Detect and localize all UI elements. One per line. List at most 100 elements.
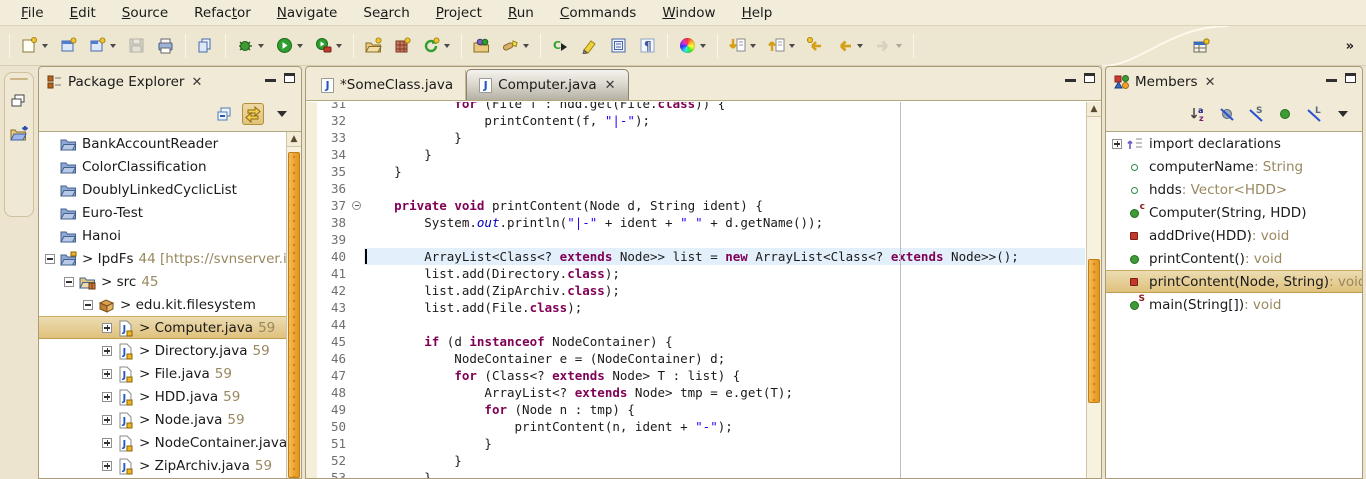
code-text[interactable]: for (Node n : tmp) { — [364, 401, 1085, 418]
view-menu-button[interactable] — [271, 103, 293, 125]
save-all-documents-button[interactable] — [193, 34, 218, 57]
code-text[interactable]: printContent(f, "|-"); — [364, 112, 1085, 129]
fold-margin[interactable] — [350, 333, 364, 350]
open-perspective-button[interactable] — [1189, 35, 1214, 58]
code-line-33[interactable]: 33 } — [306, 129, 1085, 146]
minimize-button[interactable] — [265, 73, 276, 82]
code-text[interactable]: System.out.println("|-" + ident + " " + … — [364, 214, 1085, 231]
fold-margin[interactable] — [350, 316, 364, 333]
maximize-button[interactable] — [1345, 73, 1356, 83]
dropdown-arrow-icon[interactable] — [750, 44, 756, 48]
fold-margin[interactable] — [350, 299, 364, 316]
editor-scrollbar[interactable]: ▲ — [1086, 102, 1101, 478]
tree-item-doublylinkedcycliclist[interactable]: DoublyLinkedCyclicList — [39, 178, 301, 201]
refresh-run-button[interactable]: C — [548, 34, 573, 57]
line-number[interactable]: 45 — [317, 333, 350, 350]
fold-margin[interactable] — [350, 435, 364, 452]
dropdown-arrow-icon[interactable] — [444, 44, 450, 48]
fold-collapse-icon[interactable] — [352, 201, 361, 210]
show-whitespace-button[interactable]: ¶ — [635, 34, 660, 57]
code-line-36[interactable]: 36 — [306, 180, 1085, 197]
line-number[interactable]: 33 — [317, 129, 350, 146]
line-number[interactable]: 40 — [317, 248, 350, 265]
member-item-printcontent-node-string[interactable]: printContent(Node, String) : void — [1106, 270, 1362, 293]
hide-fields-button[interactable] — [1216, 103, 1238, 125]
members-tab[interactable]: Members ✕ — [1106, 67, 1223, 97]
menu-help[interactable]: Help — [729, 2, 786, 24]
code-line-52[interactable]: 52 } — [306, 452, 1085, 469]
fold-margin[interactable] — [350, 163, 364, 180]
code-line-53[interactable]: 53 } — [306, 469, 1085, 478]
code-line-37[interactable]: 37 private void printContent(Node d, Str… — [306, 197, 1085, 214]
save-button[interactable] — [124, 34, 149, 57]
tree-item-euro-test[interactable]: Euro-Test — [39, 201, 301, 224]
menu-source[interactable]: Source — [109, 2, 181, 24]
code-line-50[interactable]: 50 printContent(n, ident + "-"); — [306, 418, 1085, 435]
tree-item-node-java[interactable]: J> Node.java59 — [39, 408, 301, 431]
tree-expander-plus[interactable] — [102, 323, 112, 333]
color-wheel-button[interactable] — [675, 34, 710, 57]
link-with-editor-button[interactable] — [242, 103, 264, 125]
tree-expander-plus[interactable] — [102, 392, 112, 402]
code-line-42[interactable]: 42 list.add(ZipArchiv.class); — [306, 282, 1085, 299]
dropdown-arrow-icon[interactable] — [297, 44, 303, 48]
member-item-import-declarations[interactable]: import declarations — [1106, 132, 1362, 155]
fold-margin[interactable] — [350, 401, 364, 418]
dropdown-arrow-icon[interactable] — [523, 44, 529, 48]
member-item-computer-string-hdd[interactable]: cComputer(String, HDD) — [1106, 201, 1362, 224]
scroll-up-arrow[interactable]: ▲ — [287, 132, 301, 147]
junit-button[interactable] — [390, 34, 415, 57]
tree-item-hdd-java[interactable]: J> HDD.java59 — [39, 385, 301, 408]
toolbar-overflow-button[interactable]: » — [1346, 39, 1352, 54]
open-view-button[interactable] — [8, 122, 30, 144]
new-wizard-button[interactable] — [17, 34, 52, 57]
open-resource-button[interactable] — [469, 34, 494, 57]
line-number[interactable]: 46 — [317, 350, 350, 367]
tree-item-computer-java[interactable]: J> Computer.java59 — [39, 316, 301, 339]
close-icon[interactable]: ✕ — [605, 78, 616, 93]
code-line-47[interactable]: 47 for (Class<? extends Node> T : list) … — [306, 367, 1085, 384]
member-item-adddrive-hdd[interactable]: addDrive(HDD) : void — [1106, 224, 1362, 247]
menu-commands[interactable]: Commands — [547, 2, 649, 24]
hide-local-types-button[interactable]: L — [1303, 103, 1325, 125]
code-line-40[interactable]: 40 ArrayList<Class<? extends Node>> list… — [306, 248, 1085, 265]
scroll-up-arrow[interactable]: ▲ — [1087, 102, 1101, 117]
member-item-computername[interactable]: computerName : String — [1106, 155, 1362, 178]
previous-annotation-button[interactable] — [764, 34, 799, 57]
fold-margin[interactable] — [350, 350, 364, 367]
code-line-43[interactable]: 43 list.add(File.class); — [306, 299, 1085, 316]
member-item-hdds[interactable]: hdds : Vector<HDD> — [1106, 178, 1362, 201]
dropdown-arrow-icon[interactable] — [42, 44, 48, 48]
code-text[interactable] — [364, 180, 1085, 197]
line-number[interactable]: 44 — [317, 316, 350, 333]
code-text[interactable]: } — [364, 129, 1085, 146]
code-text[interactable]: printContent(n, ident + "-"); — [364, 418, 1085, 435]
line-number[interactable]: 50 — [317, 418, 350, 435]
view-menu-button[interactable] — [1332, 103, 1354, 125]
fold-margin[interactable] — [350, 129, 364, 146]
fold-margin[interactable] — [350, 384, 364, 401]
line-number[interactable]: 49 — [317, 401, 350, 418]
editor-tab-someclass-java[interactable]: J*SomeClass.java — [309, 70, 466, 100]
code-text[interactable]: ArrayList<Class<? extends Node>> list = … — [364, 248, 1085, 265]
tree-item-directory-java[interactable]: J> Directory.java59 — [39, 339, 301, 362]
tree-expander-plus[interactable] — [102, 369, 112, 379]
tree-item-ziparchiv-java[interactable]: J> ZipArchiv.java59 — [39, 454, 301, 477]
scrollbar-thumb[interactable] — [1088, 259, 1100, 403]
menu-search[interactable]: Search — [350, 2, 422, 24]
fold-margin[interactable] — [350, 469, 364, 478]
next-annotation-button[interactable] — [725, 34, 760, 57]
tree-item-file-java[interactable]: J> File.java59 — [39, 362, 301, 385]
tree-item-edu-kit-filesystem[interactable]: > edu.kit.filesystem — [39, 293, 301, 316]
line-number[interactable]: 51 — [317, 435, 350, 452]
line-number[interactable]: 35 — [317, 163, 350, 180]
line-number[interactable]: 41 — [317, 265, 350, 282]
fold-margin[interactable] — [350, 231, 364, 248]
fold-margin[interactable] — [350, 112, 364, 129]
menu-window[interactable]: Window — [649, 2, 728, 24]
line-number[interactable]: 37 — [317, 197, 350, 214]
dropdown-arrow-icon[interactable] — [110, 44, 116, 48]
collapse-all-button[interactable] — [213, 103, 235, 125]
member-item-printcontent[interactable]: printContent() : void — [1106, 247, 1362, 270]
fold-margin[interactable] — [350, 214, 364, 231]
